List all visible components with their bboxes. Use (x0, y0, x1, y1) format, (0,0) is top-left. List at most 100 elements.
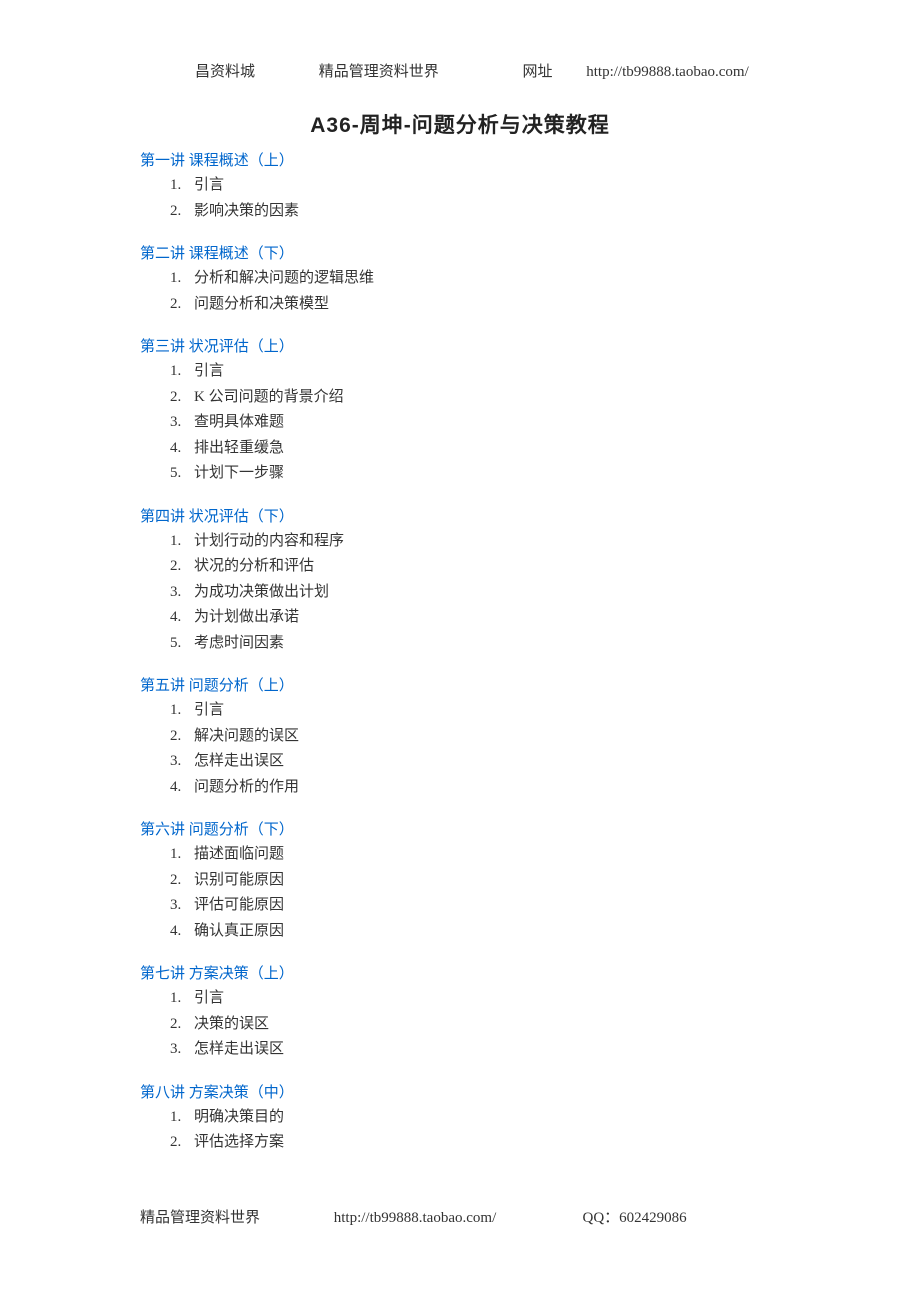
item-number: 3. (170, 1037, 194, 1063)
item-text: 为计划做出承诺 (194, 609, 299, 625)
list-item: 3.怎样走出误区 (170, 749, 800, 775)
item-number: 2. (170, 1130, 194, 1156)
toc-section: 第四讲 状况评估（下）1.计划行动的内容和程序2.状况的分析和评估3.为成功决策… (140, 505, 800, 657)
item-text: 评估选择方案 (194, 1134, 284, 1150)
item-number: 2. (170, 385, 194, 411)
list-item: 1.引言 (170, 173, 800, 199)
item-number: 1. (170, 1105, 194, 1131)
section-items: 1.引言2.解决问题的误区3.怎样走出误区4.问题分析的作用 (140, 698, 800, 800)
list-item: 1.计划行动的内容和程序 (170, 529, 800, 555)
item-text: 明确决策目的 (194, 1109, 284, 1125)
item-number: 4. (170, 605, 194, 631)
section-heading[interactable]: 第五讲 问题分析（上） (140, 674, 800, 695)
list-item: 2.影响决策的因素 (170, 199, 800, 225)
section-items: 1.描述面临问题2.识别可能原因 3.评估可能原因4.确认真正原因 (140, 842, 800, 944)
document-title: A36-周坤-问题分析与决策教程 (0, 109, 920, 139)
list-item: 4.为计划做出承诺 (170, 605, 800, 631)
item-text: 引言 (194, 177, 224, 193)
item-text: 引言 (194, 363, 224, 379)
section-items: 1.引言2.影响决策的因素 (140, 173, 800, 224)
list-item: 2.状况的分析和评估 (170, 554, 800, 580)
header-tagline: 精品管理资料世界 (319, 60, 519, 81)
item-number: 5. (170, 631, 194, 657)
item-text: 怎样走出误区 (194, 1041, 284, 1057)
list-item: 4.确认真正原因 (170, 919, 800, 945)
footer-qq: 602429086 (619, 1210, 687, 1227)
list-item: 2.解决问题的误区 (170, 724, 800, 750)
list-item: 3.怎样走出误区 (170, 1037, 800, 1063)
item-text: 为成功决策做出计划 (194, 584, 329, 600)
list-item: 4.问题分析的作用 (170, 775, 800, 801)
item-text: 问题分析的作用 (194, 779, 299, 795)
item-text: 计划行动的内容和程序 (194, 533, 344, 549)
item-number: 2. (170, 292, 194, 318)
item-number: 2. (170, 199, 194, 225)
list-item: 4.排出轻重缓急 (170, 436, 800, 462)
header-url-label: 网址 (523, 60, 583, 81)
item-number: 1. (170, 842, 194, 868)
section-heading[interactable]: 第七讲 方案决策（上） (140, 962, 800, 983)
item-number: 3. (170, 410, 194, 436)
item-text: 排出轻重缓急 (194, 440, 284, 456)
item-text: K 公司问题的背景介绍 (194, 389, 344, 405)
section-heading[interactable]: 第四讲 状况评估（下） (140, 505, 800, 526)
item-text: 识别可能原因 (194, 872, 284, 888)
item-text: 引言 (194, 702, 224, 718)
list-item: 2.决策的误区 (170, 1012, 800, 1038)
list-item: 1.引言 (170, 986, 800, 1012)
page-header: 昌资料城 精品管理资料世界 网址 http://tb99888.taobao.c… (0, 60, 920, 81)
section-items: 1.引言2.K 公司问题的背景介绍3.查明具体难题4.排出轻重缓急5.计划下一步… (140, 359, 800, 487)
toc-section: 第五讲 问题分析（上）1.引言2.解决问题的误区3.怎样走出误区4.问题分析的作… (140, 674, 800, 800)
section-items: 1.计划行动的内容和程序2.状况的分析和评估3.为成功决策做出计划4.为计划做出… (140, 529, 800, 657)
section-heading[interactable]: 第二讲 课程概述（下） (140, 242, 800, 263)
item-text: 计划下一步骤 (194, 465, 284, 481)
section-heading[interactable]: 第六讲 问题分析（下） (140, 818, 800, 839)
item-number: 2. (170, 724, 194, 750)
list-item: 2.K 公司问题的背景介绍 (170, 385, 800, 411)
item-number: 3. (170, 749, 194, 775)
section-heading[interactable]: 第三讲 状况评估（上） (140, 335, 800, 356)
list-item: 1.分析和解决问题的逻辑思维 (170, 266, 800, 292)
list-item: 1.描述面临问题 (170, 842, 800, 868)
item-number: 4. (170, 436, 194, 462)
item-text: 状况的分析和评估 (194, 558, 314, 574)
item-number: 2. (170, 554, 194, 580)
item-text: 评估可能原因 (194, 897, 284, 913)
section-heading[interactable]: 第八讲 方案决策（中） (140, 1081, 800, 1102)
item-text: 分析和解决问题的逻辑思维 (194, 270, 374, 286)
list-item: 3.评估可能原因 (170, 893, 800, 919)
item-text: 引言 (194, 990, 224, 1006)
item-number: 3. (170, 580, 194, 606)
list-item: 2.评估选择方案 (170, 1130, 800, 1156)
section-items: 1.明确决策目的2.评估选择方案 (140, 1105, 800, 1156)
item-text: 描述面临问题 (194, 846, 284, 862)
item-number: 2. (170, 868, 194, 894)
item-text: 决策的误区 (194, 1016, 269, 1032)
section-heading[interactable]: 第一讲 课程概述（上） (140, 149, 800, 170)
list-item: 3.查明具体难题 (170, 410, 800, 436)
document-page: 昌资料城 精品管理资料世界 网址 http://tb99888.taobao.c… (0, 0, 920, 1267)
toc-section: 第三讲 状况评估（上）1.引言2.K 公司问题的背景介绍3.查明具体难题4.排出… (140, 335, 800, 487)
item-number: 1. (170, 266, 194, 292)
toc-section: 第七讲 方案决策（上）1.引言2.决策的误区3.怎样走出误区 (140, 962, 800, 1063)
item-number: 1. (170, 529, 194, 555)
item-text: 怎样走出误区 (194, 753, 284, 769)
item-text: 查明具体难题 (194, 414, 284, 430)
list-item: 5.计划下一步骤 (170, 461, 800, 487)
item-number: 2. (170, 1012, 194, 1038)
toc-section: 第一讲 课程概述（上）1.引言2.影响决策的因素 (140, 149, 800, 224)
footer-url: http://tb99888.taobao.com/ (334, 1210, 579, 1227)
section-items: 1.引言2.决策的误区3.怎样走出误区 (140, 986, 800, 1063)
item-number: 4. (170, 919, 194, 945)
item-text: 问题分析和决策模型 (194, 296, 329, 312)
item-number: 1. (170, 173, 194, 199)
item-number: 1. (170, 986, 194, 1012)
item-text: 考虑时间因素 (194, 635, 284, 651)
toc-content: 第一讲 课程概述（上）1.引言2.影响决策的因素第二讲 课程概述（下）1.分析和… (0, 149, 920, 1156)
list-item: 1.引言 (170, 359, 800, 385)
list-item: 2.问题分析和决策模型 (170, 292, 800, 318)
header-url: http://tb99888.taobao.com/ (586, 64, 748, 81)
footer-qq-label: QQ： (583, 1206, 620, 1227)
toc-section: 第八讲 方案决策（中）1.明确决策目的2.评估选择方案 (140, 1081, 800, 1156)
list-item: 1.明确决策目的 (170, 1105, 800, 1131)
